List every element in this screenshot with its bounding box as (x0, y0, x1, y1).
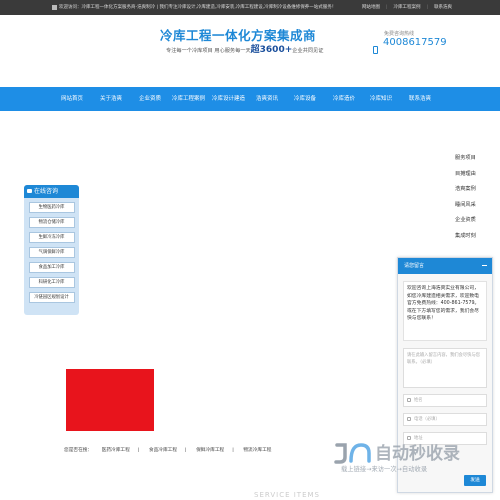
nav-news[interactable]: 浩爽资讯 (256, 87, 278, 111)
suggestion-link[interactable]: 保鲜冷库工程 (196, 448, 224, 453)
divider: | (426, 5, 429, 10)
side-item[interactable]: 集成时刻 (455, 229, 500, 245)
user-icon (407, 398, 411, 402)
watermark-logo-icon (334, 443, 371, 464)
nav-design[interactable]: 冷库设计建造 (212, 87, 245, 111)
side-item[interactable]: 企业资质 (455, 213, 500, 229)
contact-link[interactable]: 联系浩爽 (434, 5, 452, 10)
online-consult-panel: 在线咨询 生物医药冷库 物流仓储冷库 生鲜冷冻冷库 气调保鲜冷库 食品加工冷库 … (24, 185, 79, 315)
section-title: SERVICE ITEMS (254, 491, 320, 499)
consult-title: 在线咨询 (34, 188, 59, 195)
welcome-notice: 欢迎访问：冷库工程一体化方案服务商-浩爽制冷 | 我们专注冷库设计,冷库建造,冷… (59, 5, 337, 10)
consult-button-ca[interactable]: 气调保鲜冷库 (28, 247, 75, 258)
consult-button-fresh[interactable]: 生鲜冷冻冷库 (28, 232, 75, 243)
divider: | (185, 448, 187, 453)
nav-contact[interactable]: 联系浩爽 (409, 87, 431, 111)
cases-link[interactable]: 冷库工程案例 (394, 5, 421, 10)
consult-button-biomedical[interactable]: 生物医药冷库 (28, 202, 75, 213)
watermark-text: 自动秒收录 (375, 444, 460, 464)
side-item[interactable]: 睡间风采 (455, 198, 500, 214)
divider: | (232, 448, 234, 453)
nav-about[interactable]: 关于浩爽 (100, 87, 122, 111)
suggestion-link[interactable]: 医药冷库工程 (102, 448, 130, 453)
nav-qualification[interactable]: 企业资质 (139, 87, 161, 111)
nav-cases[interactable]: 冷库工程案例 (172, 87, 205, 111)
main-nav: 网站首页 关于浩爽 企业资质 冷库工程案例 冷库设计建造 浩爽资讯 冷库设备 冷… (0, 87, 500, 111)
top-links: 网站地图 | 冷库工程案例 | 联系浩爽 (362, 0, 458, 15)
side-item[interactable]: 服务项目 (455, 151, 500, 167)
divider: | (386, 5, 388, 10)
phone-placeholder: 电话（必填） (414, 417, 440, 422)
consult-button-park[interactable]: 冷链园区规划设计 (28, 292, 75, 303)
slogan-highlight: 超3600+ (250, 45, 293, 55)
watermark: 自动秒收录 载上链接→来访一次→自动收录 (333, 437, 483, 477)
slogan-suffix: 企业共同见证 (292, 48, 324, 54)
widget-header[interactable]: 请您留言 (398, 258, 492, 274)
phone-field[interactable]: 电话（必填） (403, 413, 487, 426)
watermark-subtext: 载上链接→来访一次→自动收录 (341, 466, 428, 473)
slogan: 专注每一个冷库项目 用心服务每一天超3600+企业共同见证 (166, 42, 323, 55)
side-item[interactable]: 浩爽案例 (455, 182, 500, 198)
suggestion-link[interactable]: 物流冷库工程 (243, 448, 271, 453)
hotline-number[interactable]: 4008617579 (383, 37, 447, 48)
suggestion-prefix: 您是否在搜： (64, 448, 93, 453)
home-icon[interactable] (52, 5, 57, 10)
side-item[interactable]: 目摊理由 (455, 167, 500, 183)
name-placeholder: 姓名 (414, 398, 423, 403)
consult-header[interactable]: 在线咨询 (24, 185, 79, 198)
sitemap-link[interactable]: 网站地图 (362, 5, 380, 10)
phone-field-icon (407, 417, 411, 421)
nav-home[interactable]: 网站首页 (61, 87, 83, 111)
nav-cost[interactable]: 冷库造价 (333, 87, 355, 111)
chat-icon (27, 189, 32, 193)
phone-icon (373, 46, 378, 54)
consult-button-food[interactable]: 食品加工冷库 (28, 262, 75, 273)
slogan-prefix: 专注每一个冷库项目 用心服务每一天 (166, 48, 251, 54)
search-suggestions: 您是否在搜： 医药冷库工程 | 食品冷库工程 | 保鲜冷库工程 | 物流冷库工程 (64, 447, 279, 453)
consult-button-logistics[interactable]: 物流仓储冷库 (28, 217, 75, 228)
consult-button-research[interactable]: 科研化工冷库 (28, 277, 75, 288)
nav-equipment[interactable]: 冷库设备 (294, 87, 316, 111)
divider: | (137, 448, 140, 453)
side-list: 服务项目 目摊理由 浩爽案例 睡间风采 企业资质 集成时刻 (455, 151, 500, 244)
name-field[interactable]: 姓名 (403, 394, 487, 407)
suggestion-link[interactable]: 食品冷库工程 (149, 448, 177, 453)
welcome-message: 欢迎咨询上海浩爽实业有限公司，如您冷库建造相关需求，欢迎致电官方免费热线：400… (403, 281, 487, 341)
hotline-label: 免费咨询热线 (384, 31, 415, 37)
top-bar: 欢迎访问：冷库工程一体化方案服务商-浩爽制冷 | 我们专注冷库设计,冷库建造,冷… (0, 0, 500, 15)
minimize-icon[interactable] (482, 265, 487, 266)
widget-title: 请您留言 (404, 263, 425, 269)
message-textarea[interactable]: 请在此输入留言内容，我们会尽快与您联系。（必填） (403, 348, 487, 388)
banner-image (66, 369, 154, 431)
nav-knowledge[interactable]: 冷库知识 (370, 87, 392, 111)
